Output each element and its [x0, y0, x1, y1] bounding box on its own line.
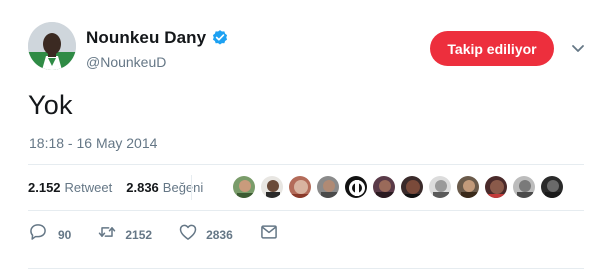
- following-button[interactable]: Takip ediliyor: [430, 31, 554, 66]
- liker-avatar[interactable]: [428, 175, 452, 199]
- chevron-down-icon[interactable]: [570, 40, 586, 56]
- liker-avatar[interactable]: [484, 175, 508, 199]
- liker-avatar[interactable]: [456, 175, 480, 199]
- like-stat-count: 2.836: [126, 179, 159, 195]
- liker-avatar[interactable]: [512, 175, 536, 199]
- like-count: 2836: [206, 227, 233, 242]
- reply-count: 90: [58, 227, 72, 242]
- display-name[interactable]: Nounkeu Dany: [86, 28, 206, 48]
- like-icon: [178, 222, 198, 247]
- liker-avatar[interactable]: [232, 175, 256, 199]
- retweet-stat[interactable]: 2.152 Retweet: [28, 180, 112, 195]
- like-stat-label: Beğeni: [162, 179, 204, 195]
- liker-avatar[interactable]: [344, 175, 368, 199]
- retweet-stat-count: 2.152: [28, 179, 61, 195]
- reply-button[interactable]: 90: [28, 222, 71, 247]
- like-button[interactable]: 2836: [178, 222, 233, 247]
- tweet-actions: 90 2152 2836: [28, 222, 305, 247]
- user-name-row: Nounkeu Dany: [86, 28, 229, 48]
- liker-avatar[interactable]: [372, 175, 396, 199]
- user-handle[interactable]: @NounkeuD: [86, 54, 166, 70]
- divider: [28, 268, 584, 269]
- liker-avatar[interactable]: [316, 175, 340, 199]
- liker-avatar[interactable]: [260, 175, 284, 199]
- verified-badge-icon: [211, 29, 229, 47]
- tweet-text: Yok: [28, 90, 73, 120]
- liker-avatars: [232, 175, 568, 199]
- retweet-button[interactable]: 2152: [97, 222, 152, 247]
- avatar[interactable]: [28, 22, 76, 70]
- liker-avatar[interactable]: [400, 175, 424, 199]
- stats-separator: [191, 175, 192, 200]
- direct-message-button[interactable]: [259, 222, 279, 247]
- divider: [28, 210, 584, 211]
- direct-message-icon: [259, 222, 279, 247]
- retweet-count: 2152: [125, 227, 153, 242]
- liker-avatar[interactable]: [288, 175, 312, 199]
- tweet-card: Nounkeu Dany @NounkeuD Takip ediliyor Yo…: [0, 0, 612, 273]
- reply-icon: [28, 222, 48, 247]
- retweet-icon: [97, 222, 117, 247]
- tweet-timestamp[interactable]: 18:18 - 16 May 2014: [29, 135, 157, 151]
- retweet-stat-label: Retweet: [64, 179, 113, 195]
- liker-avatar[interactable]: [540, 175, 564, 199]
